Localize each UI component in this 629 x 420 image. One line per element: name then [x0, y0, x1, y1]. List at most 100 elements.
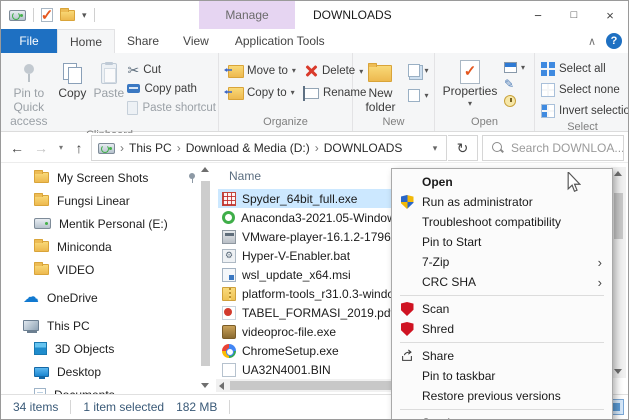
selection-summary: 1 item selected — [83, 400, 164, 414]
folder-icon — [34, 241, 49, 252]
breadcrumb-this-pc[interactable]: This PC — [129, 141, 172, 155]
breadcrumb-drive[interactable]: Download & Media (D:) — [186, 141, 310, 155]
move-to-button[interactable]: Move to ▾ — [225, 64, 296, 77]
tab-share[interactable]: Share — [115, 29, 171, 53]
sidebar-item-desktop[interactable]: Desktop — [1, 360, 213, 383]
dropdown-icon: ▾ — [292, 66, 296, 75]
menu-item-shred[interactable]: Shred — [392, 319, 612, 339]
menu-item-pin-to-taskbar[interactable]: Pin to taskbar — [392, 366, 612, 386]
menu-item-crc-sha[interactable]: CRC SHA › — [392, 272, 612, 292]
title-bar: ▾ Manage DOWNLOADS − □ × — [1, 1, 628, 29]
new-folder-button[interactable]: New folder — [358, 56, 402, 115]
scrollbar-thumb[interactable] — [614, 193, 623, 239]
scroll-up-icon[interactable] — [614, 171, 622, 176]
properties-button[interactable]: Properties ▾ — [444, 56, 496, 115]
scroll-left-icon[interactable] — [219, 382, 224, 390]
divider — [229, 400, 230, 414]
paste-shortcut-button[interactable]: Paste shortcut — [127, 98, 216, 117]
search-input[interactable] — [511, 141, 623, 155]
file-row-platform-tools[interactable]: platform-tools_r31.0.3-windo — [218, 284, 394, 303]
breadcrumb-downloads[interactable]: DOWNLOADS — [324, 141, 403, 155]
file-row-tabel-formasi[interactable]: TABEL_FORMASI_2019.pdf — [218, 303, 394, 322]
minimize-button[interactable]: − — [520, 1, 556, 29]
tab-home[interactable]: Home — [57, 29, 115, 53]
copy-to-button[interactable]: Copy to ▾ — [225, 86, 296, 99]
cube-3d-icon — [34, 342, 47, 355]
file-row-anaconda[interactable]: Anaconda3-2021.05-Window — [218, 208, 394, 227]
help-icon[interactable]: ? — [606, 33, 622, 49]
ribbon-tab-row: File Home Share View Application Tools ∧… — [1, 29, 628, 53]
menu-item-run-as-administrator[interactable]: Run as administrator — [392, 192, 612, 212]
column-header-name[interactable]: Name — [229, 169, 261, 183]
select-none-button[interactable]: Select none — [541, 80, 629, 99]
paste-button[interactable]: Paste — [90, 56, 127, 128]
menu-item-7zip[interactable]: 7-Zip › — [392, 252, 612, 272]
menu-item-share[interactable]: Share — [392, 346, 612, 366]
sidebar-item-fungsi-linear[interactable]: Fungsi Linear — [1, 189, 213, 212]
file-row-spyder[interactable]: Spyder_64bit_full.exe — [218, 189, 394, 208]
properties-qat-icon[interactable] — [41, 8, 53, 22]
sidebar-item-documents[interactable]: Documents — [1, 383, 213, 394]
refresh-button[interactable]: ↻ — [448, 135, 478, 161]
navigation-pane: My Screen Shots Fungsi Linear Mentik Per… — [1, 163, 213, 394]
forward-button[interactable]: → — [29, 136, 53, 160]
file-row-vmware[interactable]: VMware-player-16.1.2-17966 — [218, 227, 394, 246]
sidebar-item-miniconda[interactable]: Miniconda — [1, 235, 213, 258]
file-row-ua32n4001[interactable]: UA32N4001.BIN — [218, 360, 394, 379]
sidebar-item-video[interactable]: VIDEO — [1, 258, 213, 281]
cloud-icon: ☁ — [23, 290, 39, 306]
folder-qat-icon[interactable] — [60, 10, 75, 21]
up-button[interactable]: ↑ — [67, 136, 91, 160]
scrollbar-thumb[interactable] — [201, 181, 210, 366]
sidebar-item-my-screen-shots[interactable]: My Screen Shots — [1, 166, 213, 189]
menu-item-pin-to-start[interactable]: Pin to Start — [392, 232, 612, 252]
scroll-up-icon[interactable] — [201, 167, 209, 172]
edit-button[interactable]: ✎ — [504, 77, 525, 91]
cut-button[interactable]: ✂ Cut — [127, 60, 216, 79]
sidebar-item-mentik-personal[interactable]: Mentik Personal (E:) — [1, 212, 213, 235]
sidebar-item-this-pc[interactable]: This PC — [1, 314, 213, 337]
sidebar-item-3d-objects[interactable]: 3D Objects — [1, 337, 213, 360]
copy-button[interactable]: Copy — [55, 56, 91, 128]
rename-icon — [304, 88, 319, 99]
close-button[interactable]: × — [592, 1, 628, 29]
pin-to-quick-access-button[interactable]: Pin to Quick access — [3, 56, 55, 128]
pdf-file-icon — [222, 306, 236, 320]
invert-selection-button[interactable]: Invert selection — [541, 101, 629, 120]
file-list-vertical-scrollbar[interactable] — [611, 167, 626, 378]
open-button[interactable]: ▾ — [504, 60, 525, 74]
menu-item-send-to[interactable]: Send to › — [392, 413, 612, 420]
history-button[interactable] — [504, 94, 525, 108]
easy-access-button[interactable]: ▾ — [408, 86, 428, 105]
scroll-down-icon[interactable] — [614, 369, 622, 374]
breadcrumb-separator: › — [315, 141, 319, 155]
sidebar-scrollbar[interactable] — [199, 165, 212, 390]
file-row-wsl-update[interactable]: wsl_update_x64.msi — [218, 265, 394, 284]
group-label-open: Open — [435, 115, 534, 131]
folder-icon — [34, 264, 49, 275]
submenu-arrow-icon: › — [598, 255, 602, 270]
address-bar[interactable]: › This PC › Download & Media (D:) › DOWN… — [91, 135, 447, 161]
file-row-hyperv-enabler[interactable]: Hyper-V-Enabler.bat — [218, 246, 394, 265]
tab-view[interactable]: View — [171, 29, 221, 53]
file-row-chromesetup[interactable]: ChromeSetup.exe — [218, 341, 394, 360]
collapse-ribbon-icon[interactable]: ∧ — [588, 35, 596, 48]
copy-path-button[interactable]: Copy path — [127, 79, 216, 98]
select-all-button[interactable]: Select all — [541, 59, 629, 78]
customize-qat-dropdown-icon[interactable]: ▾ — [82, 10, 87, 21]
submenu-arrow-icon: › — [598, 275, 602, 290]
search-box[interactable] — [482, 135, 624, 161]
menu-item-restore-previous-versions[interactable]: Restore previous versions — [392, 386, 612, 406]
tab-file[interactable]: File — [1, 29, 57, 53]
sidebar-item-onedrive[interactable]: ☁ OneDrive — [1, 286, 213, 309]
tab-application-tools[interactable]: Application Tools — [223, 29, 337, 53]
back-button[interactable]: ← — [5, 136, 29, 160]
file-row-videoproc[interactable]: videoproc-file.exe — [218, 322, 394, 341]
menu-item-scan[interactable]: Scan — [392, 299, 612, 319]
manage-contextual-label[interactable]: Manage — [199, 1, 295, 29]
menu-item-troubleshoot-compatibility[interactable]: Troubleshoot compatibility — [392, 212, 612, 232]
new-item-button[interactable]: ▾ — [408, 61, 428, 80]
scroll-down-icon[interactable] — [201, 383, 209, 388]
maximize-button[interactable]: □ — [556, 1, 592, 29]
address-dropdown-icon[interactable]: ▾ — [426, 143, 444, 154]
